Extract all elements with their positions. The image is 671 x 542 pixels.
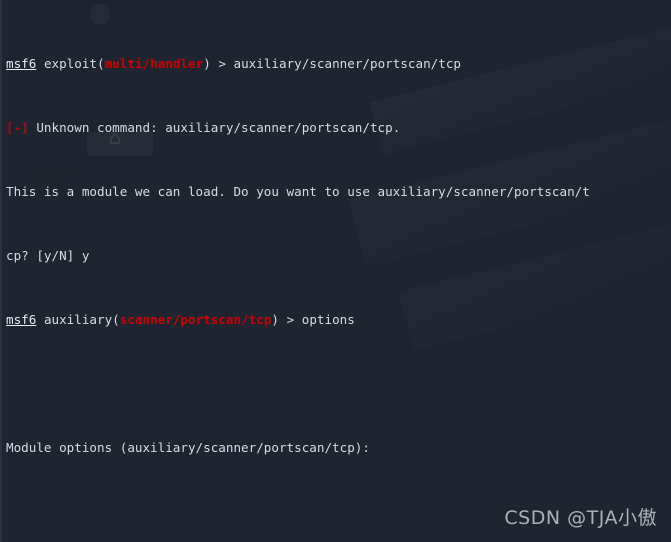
user-answer: y (81, 248, 90, 263)
command-line-1: msf6 exploit(multi/handler) > auxiliary/… (6, 56, 671, 72)
module-options-header: Module options (auxiliary/scanner/portsc… (6, 440, 370, 455)
prompt-question-line-2: cp? [y/N] y (6, 248, 671, 264)
prompt-msf6: msf6 (6, 56, 37, 71)
terminal-window[interactable]: · · · · · msf6 exploit(multi/handler) > … (0, 0, 671, 542)
command-line-options: msf6 auxiliary(scanner/portscan/tcp) > o… (6, 312, 671, 328)
prompt-question-line-1: This is a module we can load. Do you wan… (6, 184, 671, 200)
prompt-context: exploit( (43, 56, 105, 71)
module-name: multi/handler (104, 56, 204, 71)
terminal-output: msf6 exploit(multi/handler) > auxiliary/… (2, 0, 671, 542)
error-line: [-] Unknown command: auxiliary/scanner/p… (6, 120, 671, 136)
error-marker: [-] (6, 120, 29, 135)
question-text: This is a module we can load. Do you wan… (6, 184, 590, 199)
command-text: ) > options (271, 312, 355, 327)
prompt-context: auxiliary( (43, 312, 120, 327)
prompt-msf6: msf6 (6, 312, 37, 327)
module-name: scanner/portscan/tcp (119, 312, 272, 327)
command-text: ) > auxiliary/scanner/portscan/tcp (203, 56, 461, 71)
question-text-wrap: cp? [y/N] (6, 248, 82, 263)
error-text: Unknown command: auxiliary/scanner/ports… (28, 120, 401, 135)
